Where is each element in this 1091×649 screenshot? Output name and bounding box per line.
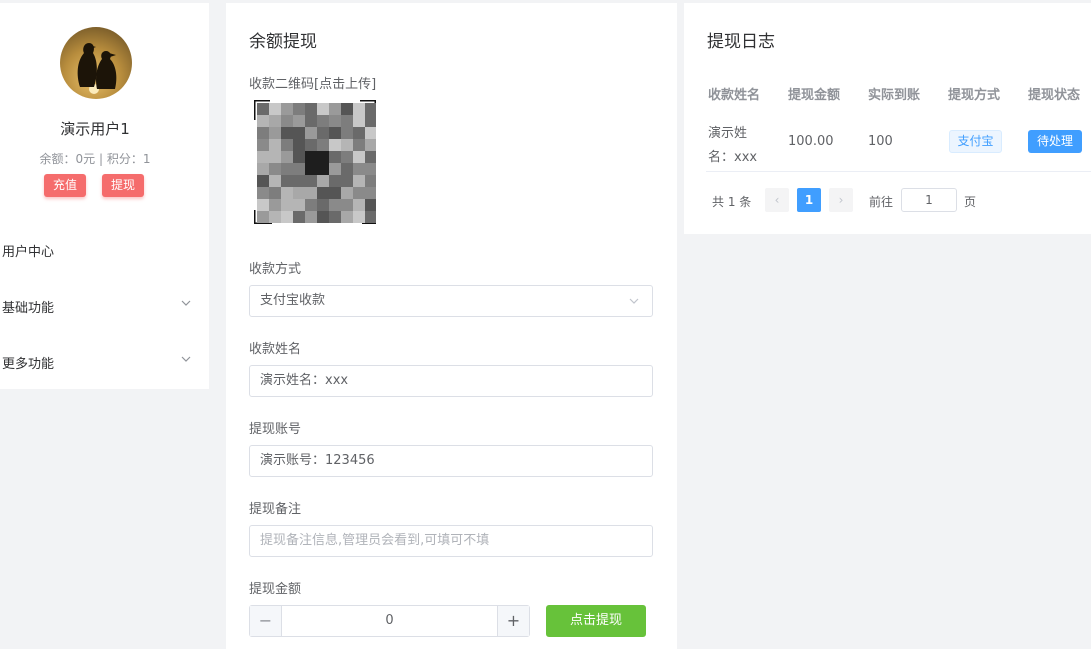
- increment-button[interactable]: +: [497, 606, 529, 636]
- remark-input[interactable]: 提现备注信息,管理员会看到,可填可不填: [249, 525, 653, 557]
- qr-code-image: [252, 98, 378, 226]
- amount-label: 提现金额: [249, 582, 302, 597]
- page-number-button[interactable]: 1: [797, 188, 821, 212]
- chevron-down-icon: [180, 353, 192, 368]
- goto-page-input[interactable]: 1: [901, 188, 957, 212]
- payee-name-input[interactable]: 演示姓名：xxx: [249, 365, 653, 397]
- qr-upload-label: 收款二维码[点击上传]: [249, 77, 377, 92]
- username: 演示用户1: [60, 120, 130, 138]
- column-header: 提现状态: [1028, 88, 1081, 103]
- menu-item-user-center[interactable]: 用户中心: [2, 241, 192, 260]
- payment-qr-code[interactable]: [252, 98, 378, 226]
- user-sidebar: 演示用户1 余额：0元 | 积分：1 充值 提现 用户中心 基础功能 更多功能: [0, 3, 209, 389]
- amount-stepper[interactable]: − 0 +: [249, 605, 530, 637]
- payment-method-value: 支付宝收款: [260, 293, 326, 308]
- cell-actual: 100: [868, 134, 893, 149]
- page-suffix: 页: [964, 195, 977, 209]
- menu-item-label: 用户中心: [2, 245, 55, 260]
- chevron-down-icon: [628, 286, 640, 316]
- cell-amount: 100.00: [788, 134, 834, 149]
- pagination-total: 共 1 条: [712, 195, 752, 209]
- form-title: 余额提现: [249, 32, 317, 52]
- cell-name-line2: 名：xxx: [708, 150, 758, 165]
- column-header: 收款姓名: [708, 88, 761, 103]
- method-tag: 支付宝: [949, 130, 1002, 153]
- recharge-button[interactable]: 充值: [44, 174, 87, 197]
- row-divider: [706, 171, 1091, 172]
- account-input[interactable]: 演示账号：123456: [249, 445, 653, 477]
- column-header: 实际到账: [868, 88, 921, 103]
- goto-label: 前往: [869, 195, 894, 209]
- balance-points-text: 余额：0元 | 积分：1: [39, 152, 151, 166]
- menu-item-label: 基础功能: [2, 301, 55, 316]
- status-badge[interactable]: 待处理: [1028, 130, 1082, 153]
- account-label: 提现账号: [249, 422, 302, 437]
- amount-value[interactable]: 0: [282, 606, 497, 636]
- column-header: 提现方式: [948, 88, 1001, 103]
- avatar[interactable]: [60, 27, 132, 99]
- payment-method-label: 收款方式: [249, 262, 302, 277]
- menu-item-label: 更多功能: [2, 357, 55, 372]
- remark-label: 提现备注: [249, 502, 302, 517]
- decrement-button[interactable]: −: [250, 606, 282, 636]
- menu-item-more-functions[interactable]: 更多功能: [2, 353, 192, 372]
- chevron-down-icon: [180, 297, 192, 312]
- log-title: 提现日志: [707, 32, 775, 52]
- payment-method-select[interactable]: 支付宝收款: [249, 285, 653, 317]
- prev-page-button[interactable]: ‹: [765, 188, 789, 212]
- next-page-button[interactable]: ›: [829, 188, 853, 212]
- withdraw-log-panel: 提现日志 收款姓名 提现金额 实际到账 提现方式 提现状态 演示姓 名：xxx …: [684, 3, 1091, 234]
- withdraw-button[interactable]: 提现: [102, 174, 145, 197]
- column-header: 提现金额: [788, 88, 841, 103]
- cell-name-line1: 演示姓: [708, 126, 748, 141]
- payee-name-label: 收款姓名: [249, 342, 302, 357]
- menu-item-basic-functions[interactable]: 基础功能: [2, 297, 192, 316]
- withdraw-form-panel: 余额提现 收款二维码[点击上传] 收款方式 支付宝收款 收款姓名 演示姓名：xx…: [226, 3, 677, 649]
- submit-withdraw-button[interactable]: 点击提现: [546, 605, 646, 637]
